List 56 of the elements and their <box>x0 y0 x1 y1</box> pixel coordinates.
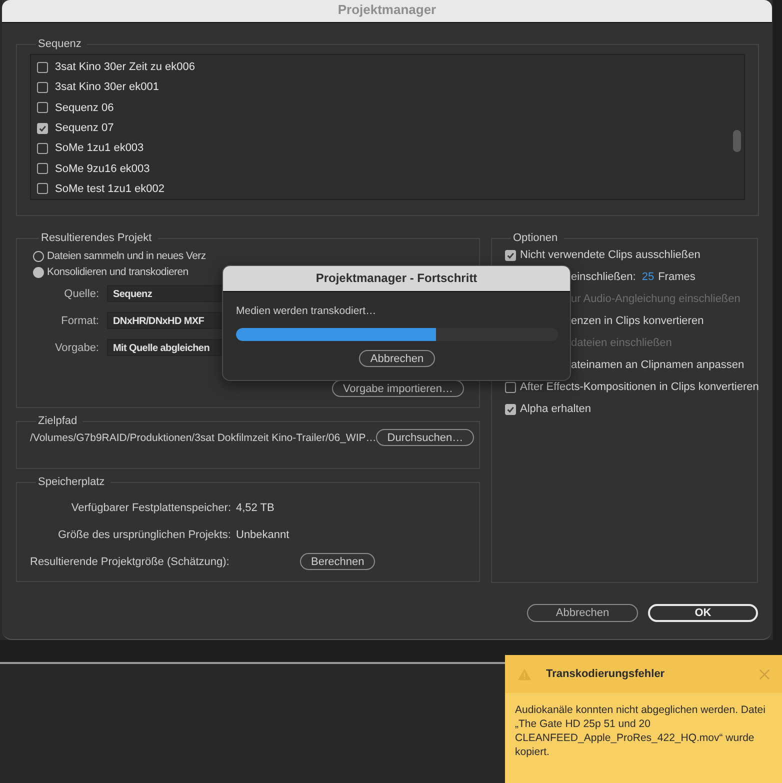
dialog-title: Projektmanager - Fortschritt <box>223 266 570 292</box>
option-label: einschließen: <box>571 271 636 283</box>
option-label: ur Audio-Angleichung einschließen <box>571 293 740 305</box>
group-label: Sequenz <box>37 38 82 50</box>
notification-title: Transkodierungsfehler <box>546 668 666 680</box>
field-label: Format: <box>60 314 99 326</box>
radio-label: Konsolidieren und transkodieren <box>47 266 188 278</box>
notification-message: Audiokanäle konnten nicht abgeglichen werden. Datei „The Gate HD 25p 51 und 20 CLEANFEED_Apple_ProRes_422_HQ.mov“ wurde kopiert. <box>514 703 766 759</box>
import-preset-button[interactable]: Vorgabe importieren… <box>332 380 464 397</box>
cancel-button[interactable]: Abbrechen <box>527 604 638 622</box>
sequence-name: Sequenz 07 <box>55 122 114 134</box>
radio-label: Dateien sammeln und in neues Verz <box>47 250 206 262</box>
unit-label: Frames <box>658 271 696 283</box>
sequence-name: 3sat Kino 30er ek001 <box>55 81 159 94</box>
checkbox[interactable] <box>505 404 516 414</box>
storage-label: Größe des ursprünglichen Projekts: <box>56 528 231 540</box>
radio-button[interactable] <box>33 250 44 262</box>
group-label: Speicherplatz <box>37 476 106 488</box>
option-label: enzen in Clips konvertieren <box>571 315 704 327</box>
cancel-button[interactable]: Abbrechen <box>359 350 435 367</box>
option-label: Alpha erhalten <box>520 403 591 415</box>
checkbox[interactable] <box>37 102 48 114</box>
checkbox[interactable] <box>37 183 48 194</box>
sequence-name: 3sat Kino 30er Zeit zu ek006 <box>55 61 196 74</box>
checkbox[interactable] <box>37 142 48 154</box>
option-label: dateien einschließen <box>571 337 672 349</box>
path-text: /Volumes/G7b9RAID/Produktionen/3sat Dokfilmzeit Kino-Trailer/06_WIP… <box>30 432 376 444</box>
status-message: Medien werden transkodiert… <box>236 305 378 317</box>
option-label: ateinamen an Clipnamen anpassen <box>571 359 744 371</box>
storage-label: Verfügbarer Festplattenspeicher: <box>70 502 231 514</box>
group-label: Optionen <box>512 232 559 244</box>
checkbox[interactable] <box>37 122 48 134</box>
browse-button[interactable]: Durchsuchen… <box>376 429 474 446</box>
scrollbar-thumb[interactable] <box>733 130 741 152</box>
checkbox[interactable] <box>37 163 48 174</box>
sequence-name: Sequenz 06 <box>55 102 114 114</box>
storage-value: 4,52 TB <box>236 502 274 514</box>
sequence-name: SoMe test 1zu1 ek002 <box>55 182 164 195</box>
checkbox[interactable] <box>37 62 48 73</box>
radio-button[interactable] <box>33 266 44 278</box>
sequence-name: SoMe 9zu16 ek003 <box>55 162 150 175</box>
option-label: After Effects-Kompositionen in Clips konvertieren <box>520 381 759 393</box>
calculate-button[interactable]: Berechnen <box>300 553 376 570</box>
window-title: Projektmanager <box>2 0 772 23</box>
option-label: Nicht verwendete Clips ausschließen <box>520 249 700 261</box>
field-label: Quelle: <box>63 288 99 300</box>
group-label: Zielpfad <box>37 415 78 427</box>
sequence-name: SoMe 1zu1 ek003 <box>55 142 144 154</box>
group-label: Resultierendes Projekt <box>40 232 153 244</box>
storage-value: Unbekannt <box>236 528 290 540</box>
checkbox[interactable] <box>37 82 48 93</box>
frames-value[interactable]: 25 <box>642 271 654 283</box>
ok-button[interactable]: OK <box>648 604 758 622</box>
checkbox[interactable] <box>505 250 516 260</box>
field-label: Vorgabe: <box>54 342 99 354</box>
storage-label: Resultierende Projektgröße (Schätzung): <box>30 556 230 568</box>
